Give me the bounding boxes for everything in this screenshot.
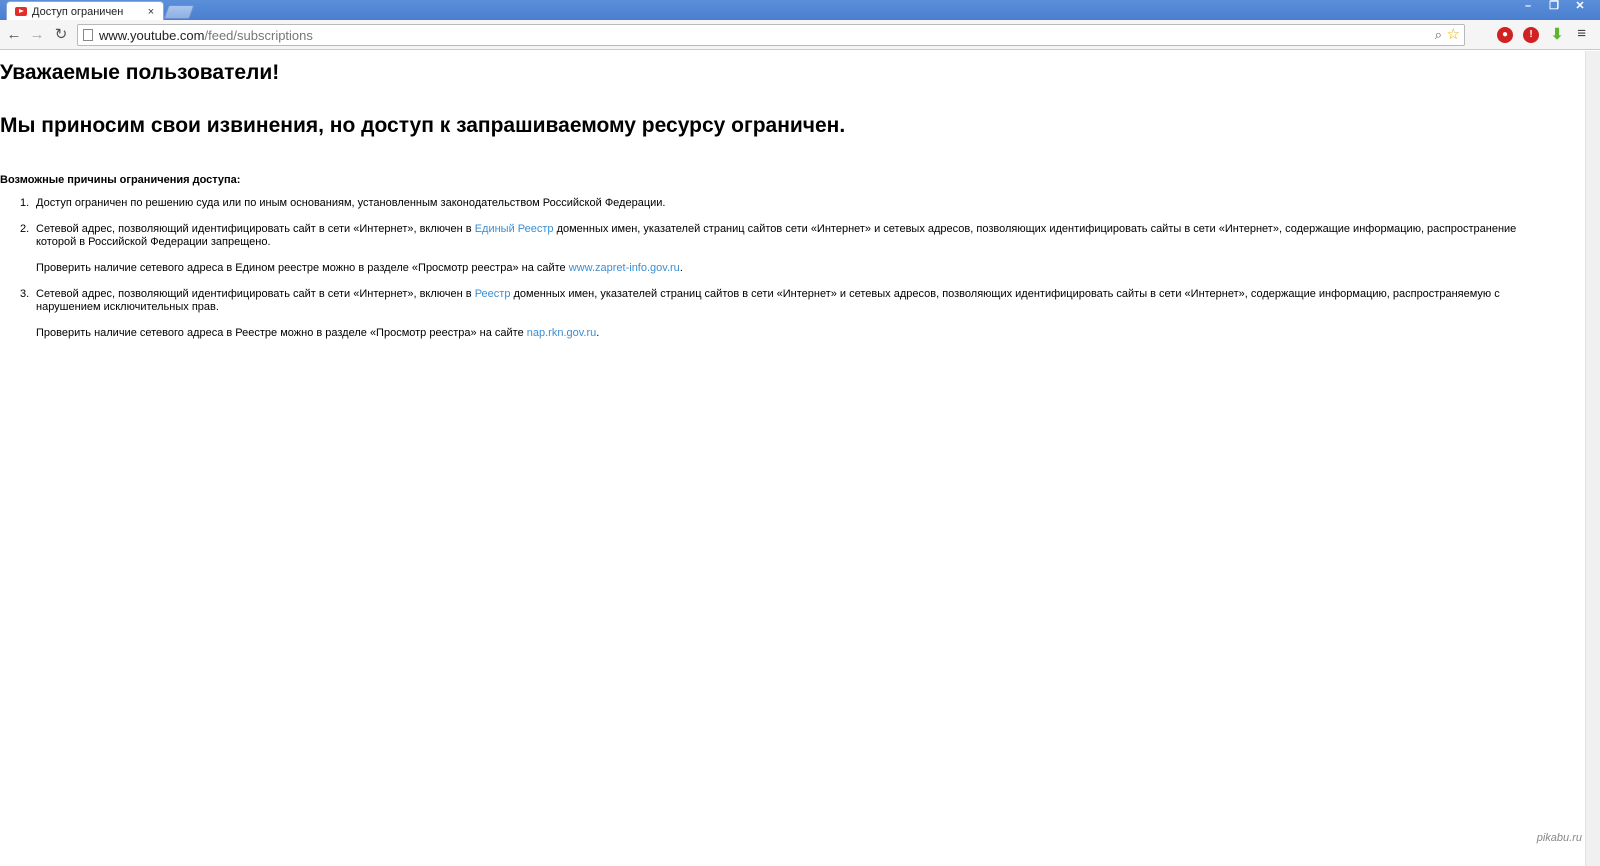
check-text-end: . — [596, 327, 600, 339]
page-heading: Уважаемые пользователи! — [0, 61, 280, 84]
close-window-icon[interactable]: ✕ — [1570, 0, 1590, 14]
back-arrow-icon[interactable]: ← — [4, 25, 24, 45]
vertical-scrollbar[interactable] — [1585, 51, 1600, 866]
chrome-menu-icon[interactable]: ≡ — [1577, 25, 1586, 42]
tab-title: Доступ ограничен — [32, 5, 124, 18]
registry-link[interactable]: Реестр — [475, 288, 511, 300]
reason-text-part: Сетевой адрес, позволяющий идентифициров… — [36, 288, 475, 300]
reason-number: 3. — [20, 288, 30, 300]
new-tab-button[interactable] — [163, 5, 195, 19]
restore-icon[interactable]: ❐ — [1544, 0, 1564, 14]
forward-arrow-icon[interactable]: → — [27, 25, 47, 45]
page-icon — [83, 29, 93, 41]
window-titlebar: Доступ ограничен × – ❐ ✕ — [0, 0, 1600, 21]
window-controls: – ❐ ✕ — [1518, 0, 1590, 14]
extension-adblock-icon[interactable]: ● — [1497, 27, 1513, 43]
check-text-part: Проверить наличие сетевого адреса в Един… — [36, 262, 569, 274]
page-subheading: Мы приносим свои извинения, но доступ к … — [0, 114, 846, 137]
zoom-magnifier-icon[interactable]: ⌕ — [1435, 27, 1442, 43]
reason-item-3: 3. Сетевой адрес, позволяющий идентифици… — [20, 288, 1550, 340]
watermark: pikabu.ru — [1536, 832, 1582, 844]
reason-item-2: 2. Сетевой адрес, позволяющий идентифици… — [20, 223, 1550, 275]
registry-link[interactable]: Единый Реестр — [475, 223, 554, 235]
reason-item-1: 1. Доступ ограничен по решению суда или … — [20, 197, 1550, 210]
youtube-favicon-icon — [15, 7, 27, 16]
browser-toolbar: ← → ↻ www.youtube.com/feed/subscriptions… — [0, 20, 1600, 50]
zapret-info-link[interactable]: www.zapret-info.gov.ru — [569, 262, 680, 274]
address-bar[interactable]: www.youtube.com/feed/subscriptions ⌕ ☆ — [77, 24, 1465, 46]
reload-icon[interactable]: ↻ — [51, 25, 71, 45]
page-content: Уважаемые пользователи! Мы приносим свои… — [0, 51, 1585, 866]
tab-close-icon[interactable]: × — [145, 6, 157, 18]
extension-warning-icon[interactable]: ! — [1523, 27, 1539, 43]
check-text-end: . — [679, 262, 683, 274]
reason-number: 2. — [20, 223, 30, 235]
reason-number: 1. — [20, 197, 30, 209]
bookmark-star-icon[interactable]: ☆ — [1447, 25, 1460, 43]
reasons-title: Возможные причины ограничения доступа: — [0, 174, 241, 186]
browser-tab-active[interactable]: Доступ ограничен × — [6, 1, 164, 21]
reason-check-text: Проверить наличие сетевого адреса в Реес… — [36, 327, 1550, 340]
url-host: www.youtube.com — [99, 28, 205, 43]
extension-download-icon[interactable]: ⬇ — [1549, 27, 1565, 43]
reason-text: Доступ ограничен по решению суда или по … — [36, 197, 666, 209]
reason-check-text: Проверить наличие сетевого адреса в Един… — [36, 262, 1550, 275]
rkn-link[interactable]: nap.rkn.gov.ru — [527, 327, 597, 339]
url-text[interactable]: www.youtube.com/feed/subscriptions — [99, 28, 313, 43]
minimize-icon[interactable]: – — [1518, 0, 1538, 14]
reason-text-part: Сетевой адрес, позволяющий идентифициров… — [36, 223, 475, 235]
reason-text: Сетевой адрес, позволяющий идентифициров… — [36, 288, 1550, 314]
check-text-part: Проверить наличие сетевого адреса в Реес… — [36, 327, 527, 339]
reason-text: Сетевой адрес, позволяющий идентифициров… — [36, 223, 1550, 249]
url-path: /feed/subscriptions — [204, 28, 313, 43]
